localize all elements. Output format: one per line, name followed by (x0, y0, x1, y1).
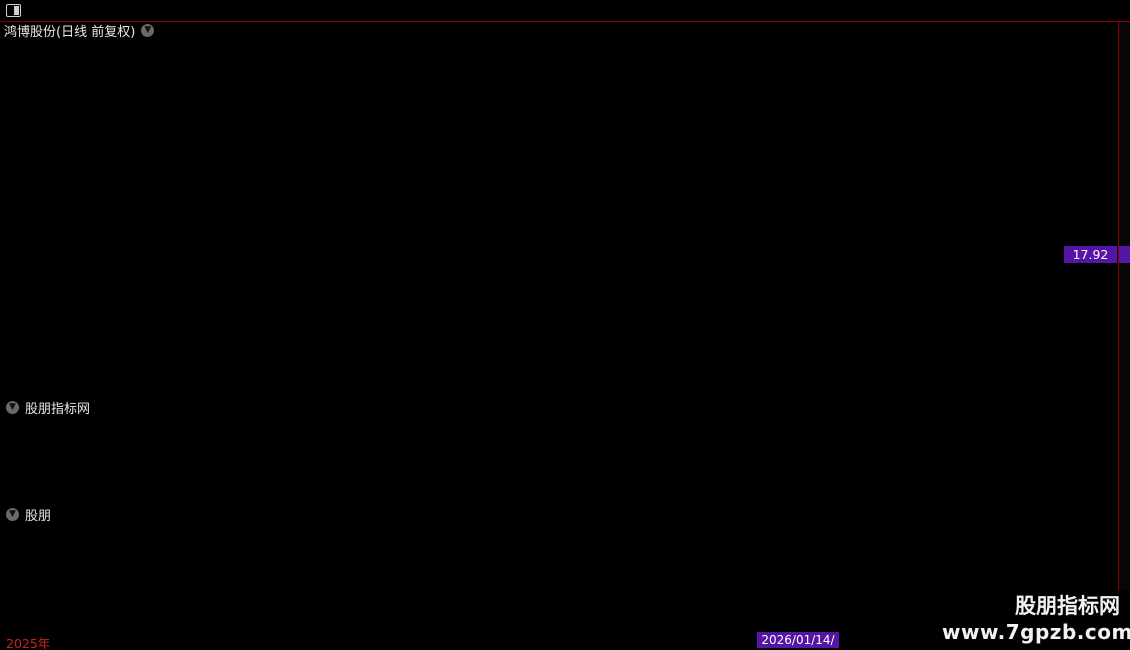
chevron-down-icon[interactable]: ▼ (6, 508, 19, 521)
date-marker: 2026/01/14/三 (757, 632, 839, 648)
macd-panel-title: 股朋指标网 (25, 398, 90, 417)
chart-canvas (0, 0, 1130, 650)
window-split-icon[interactable] (6, 4, 21, 17)
watermark: 股朋指标网 www.7gpzb.com (942, 590, 1130, 650)
concept-tags-row-1 (0, 40, 1122, 55)
chevron-down-icon[interactable]: ▼ (6, 401, 19, 414)
gp-panel-title: 股朋 (25, 505, 51, 524)
stock-title: 鸿博股份(日线 前复权) (4, 21, 135, 40)
trading-app-window: 鸿博股份(日线 前复权) ▼ ▼ 股朋指标网 ▼ 股朋 17.92 2025年 … (0, 0, 1130, 650)
watermark-site-name: 股朋指标网 (942, 590, 1130, 619)
clipped-price-highlight (1119, 246, 1130, 263)
chevron-down-icon[interactable]: ▼ (141, 24, 154, 37)
concept-tags-row-2 (0, 55, 1118, 70)
year-label: 2025年 (6, 633, 50, 650)
stock-info-bar: 鸿博股份(日线 前复权) ▼ (0, 22, 1118, 39)
clipped-right-panel[interactable] (1118, 22, 1130, 650)
gp-panel-header: ▼ 股朋 (0, 506, 1118, 522)
watermark-url: www.7gpzb.com (942, 619, 1130, 645)
macd-panel-header: ▼ 股朋指标网 (0, 399, 1118, 415)
last-price-marker: 17.92 (1064, 246, 1117, 263)
top-menu-bar (0, 0, 1130, 22)
